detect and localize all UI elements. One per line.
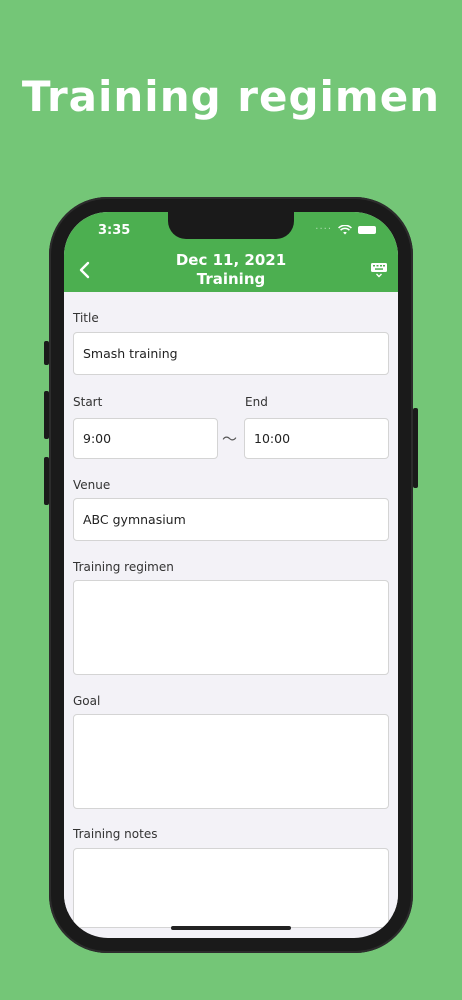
home-indicator[interactable]	[171, 926, 291, 930]
start-time-input[interactable]: 9:00	[73, 418, 218, 459]
goal-label: Goal	[73, 694, 101, 708]
battery-icon	[358, 225, 376, 234]
phone-notch	[168, 212, 294, 239]
keyboard-hide-button[interactable]	[370, 262, 388, 278]
regimen-textarea[interactable]	[73, 580, 389, 675]
phone-volume-down	[44, 457, 49, 505]
page: Training regimen 3:35 ···· Dec 11, 2021 …	[0, 0, 462, 1000]
app-bar-date: Dec 11, 2021	[175, 251, 287, 269]
start-label: Start	[73, 395, 103, 409]
status-time: 3:35	[98, 223, 131, 238]
phone-power-button	[413, 408, 418, 488]
notes-label: Training notes	[73, 827, 158, 841]
time-range-separator: 〜	[222, 430, 238, 448]
regimen-label: Training regimen	[73, 560, 174, 574]
phone-volume-up	[44, 391, 49, 439]
end-label: End	[245, 395, 268, 409]
app-bar: 3:35 ···· Dec 11, 2021 Training	[64, 212, 398, 292]
venue-label: Venue	[73, 478, 111, 492]
phone-screen: 3:35 ···· Dec 11, 2021 Training Title Sm…	[64, 212, 398, 938]
phone-mute-switch	[44, 341, 49, 365]
title-input[interactable]: Smash training	[73, 332, 389, 375]
training-form: Title Smash training Start End 9:00 〜 10…	[64, 292, 398, 928]
hero-title: Training regimen	[21, 72, 441, 121]
end-time-input[interactable]: 10:00	[244, 418, 389, 459]
back-button[interactable]	[74, 258, 94, 282]
status-icons: ····	[315, 224, 376, 235]
goal-textarea[interactable]	[73, 714, 389, 809]
notes-textarea[interactable]	[73, 848, 389, 928]
chevron-left-icon	[79, 261, 90, 279]
signal-icon: ····	[315, 224, 332, 235]
app-bar-title: Dec 11, 2021 Training	[124, 251, 338, 289]
venue-input[interactable]: ABC gymnasium	[73, 498, 389, 541]
wifi-icon	[338, 224, 352, 234]
title-label: Title	[73, 311, 99, 325]
app-bar-subtitle: Training	[196, 270, 266, 288]
keyboard-hide-icon	[371, 263, 387, 278]
